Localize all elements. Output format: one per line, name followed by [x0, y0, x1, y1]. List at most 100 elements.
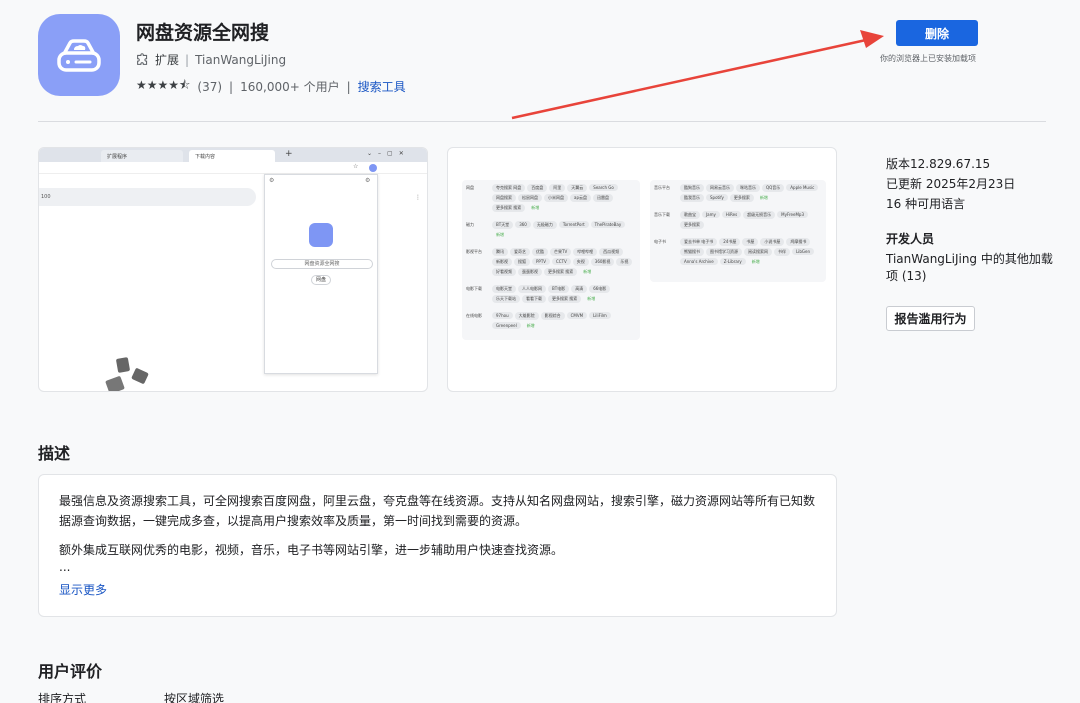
setting-chip[interactable]: Anna's Archive	[680, 258, 718, 265]
setting-chip[interactable]: 腾讯	[492, 248, 508, 256]
setting-chip[interactable]: Search Go	[589, 184, 618, 191]
setting-chip[interactable]: ThePirateBay	[590, 221, 626, 228]
setting-chip[interactable]: 小米网盘	[544, 194, 568, 202]
sort-label[interactable]: 排序方式	[38, 690, 86, 703]
setting-chip[interactable]: CCTV	[552, 258, 571, 265]
setting-chip[interactable]: LiliFilm	[589, 312, 611, 319]
setting-chip[interactable]: 爱奇艺	[510, 248, 530, 256]
add-chip-link[interactable]: 新增	[492, 231, 508, 239]
add-chip-link[interactable]: 新增	[756, 194, 772, 202]
languages-link[interactable]: 16 种可用语言	[886, 195, 965, 212]
setting-chip[interactable]: 乐天下载站	[492, 295, 520, 303]
setting-chip[interactable]: 图书馆学习资源	[706, 248, 742, 256]
setting-chip[interactable]: 66电影	[589, 285, 611, 293]
setting-chip[interactable]: BT天堂	[492, 221, 514, 229]
setting-chip[interactable]: 更多搜索 搜索	[492, 204, 526, 212]
setting-chip[interactable]: 鸠摩搜书	[786, 238, 811, 246]
setting-chip[interactable]: 更多搜索 搜索	[544, 268, 578, 276]
add-chip-link[interactable]: 新增	[748, 258, 764, 266]
star-icon: ☆	[353, 163, 359, 170]
setting-chip[interactable]: 大雄影院	[514, 312, 539, 320]
settings-panel-right: 音乐平台 酷狗音乐 网易云音乐 咪咕音乐 QQ音乐 Apple Music 酷我音乐 Spot…	[650, 180, 826, 282]
show-more-link[interactable]: 显示更多	[59, 581, 107, 598]
browser-tab: 扩展程序	[101, 150, 183, 162]
browser-toolbar: ☆	[39, 162, 427, 174]
setting-chip[interactable]: 西瓜视频	[599, 248, 624, 256]
setting-chip[interactable]: 电影天堂	[492, 285, 516, 293]
setting-chip[interactable]: 网盘搜索	[492, 194, 516, 202]
extension-meta: 扩展 | TianWangLiJing	[136, 51, 286, 68]
setting-chip[interactable]: 影视综合	[540, 312, 565, 320]
setting-chip[interactable]: 好看视频	[492, 268, 516, 276]
setting-chip[interactable]: 百度盘	[527, 184, 548, 192]
setting-chip[interactable]: 超级无损音乐	[743, 211, 776, 219]
setting-chip[interactable]: 书伴	[774, 248, 790, 256]
setting-chip[interactable]: 哔哩哔哩	[573, 248, 598, 256]
region-filter-label[interactable]: 按区域筛选	[164, 690, 224, 703]
setting-chip[interactable]: QQ音乐	[762, 184, 785, 192]
setting-chip[interactable]: 芒果TV	[550, 248, 572, 256]
setting-chip[interactable]: 酷我音乐	[680, 194, 704, 202]
setting-chip[interactable]: 咪咕音乐	[736, 184, 760, 192]
screenshot-1[interactable]: 扩展程序 下载内容 + ⌄–▢✕ ☆ 100 ⋮ ⚙ ⚙ 网盘资源全网搜 网盘	[38, 147, 428, 392]
developer-link[interactable]: TianWangLiJing 中的其他加载 项 (13)	[886, 250, 1053, 284]
add-chip-link[interactable]: 新增	[523, 322, 539, 330]
setting-chip[interactable]: 小说书屋	[760, 238, 785, 246]
setting-chip[interactable]: 松鼠网盘	[518, 194, 542, 202]
setting-chip[interactable]: 新影视	[492, 258, 512, 266]
screenshot-2[interactable]: 网盘 夸克搜索 网盘 百度盘 阿里 天翼云 Search Go 网盘搜索 松鼠网盘 小米网盘 ap…	[447, 147, 837, 392]
setting-chip[interactable]: LibGen	[792, 248, 814, 255]
setting-chip[interactable]: 优酷	[532, 248, 548, 256]
setting-chip[interactable]: 迅雷盘	[593, 194, 613, 202]
setting-chip[interactable]: 歌曲宝	[680, 211, 700, 219]
setting-chip[interactable]: MyFreeMp3	[777, 211, 809, 218]
setting-chip[interactable]: CMVM	[566, 312, 588, 319]
add-chip-link[interactable]: 新增	[579, 268, 595, 276]
user-count: 160,000+ 个用户	[240, 80, 340, 94]
setting-chip[interactable]: 无极磁力	[532, 221, 557, 229]
setting-chip[interactable]: ap云盘	[570, 194, 591, 202]
category-link[interactable]: 搜索工具	[358, 78, 406, 95]
setting-chip[interactable]: 高清	[571, 285, 588, 293]
add-chip-link[interactable]: 新增	[527, 204, 543, 212]
setting-chip[interactable]: 更多搜索	[680, 221, 704, 229]
setting-chip[interactable]: Apple Music	[786, 184, 819, 191]
setting-chip[interactable]: 97hou	[492, 312, 513, 319]
settings-icon: ⚙	[269, 177, 275, 184]
popup-search-button: 网盘	[311, 275, 331, 285]
remove-button[interactable]: 删除	[896, 20, 978, 46]
setting-chip[interactable]: 人人电影网	[518, 285, 546, 293]
setting-chip[interactable]: 阅读搜索网	[744, 248, 772, 256]
setting-chip[interactable]: 熊猫搜书	[680, 248, 704, 256]
setting-chip[interactable]: 书屋	[742, 238, 759, 246]
setting-chip-group: 97hou 大雄影院 影视综合 CMVM LiliFilm Greenpeel 新增	[492, 312, 636, 332]
description-paragraph-1: 最强信息及资源搜索工具，可全网搜索百度网盘，阿里云盘，夸克盘等在线资源。支持从知…	[59, 494, 816, 528]
setting-chip[interactable]: 更多搜索	[729, 194, 754, 202]
setting-chip[interactable]: 爱去书单 电子书	[680, 238, 718, 246]
setting-chip[interactable]: 网易云音乐	[706, 184, 734, 192]
setting-chip[interactable]: PPTV	[532, 258, 551, 265]
setting-chip[interactable]: HiRes	[721, 211, 742, 218]
setting-chip[interactable]: 乐视	[616, 258, 633, 266]
setting-chip[interactable]: Greenpeel	[492, 322, 521, 329]
report-abuse-button[interactable]: 报告滥用行为	[886, 306, 975, 331]
setting-chip[interactable]: 天翼云	[567, 184, 588, 192]
setting-chip[interactable]: 24书屋	[719, 238, 741, 246]
add-chip-link[interactable]: 新增	[583, 295, 599, 303]
setting-chip[interactable]: Jamy	[702, 211, 720, 218]
setting-chip[interactable]: 搜狐	[514, 258, 530, 266]
setting-chip-group: 酷狗音乐 网易云音乐 咪咕音乐 QQ音乐 Apple Music 酷我音乐 Spotify 更…	[680, 184, 822, 204]
setting-chip[interactable]: 蛋蛋影视	[518, 268, 542, 276]
setting-chip[interactable]: 夸克搜索 网盘	[492, 184, 526, 192]
setting-chip[interactable]: 央视	[572, 258, 589, 266]
setting-chip[interactable]: BT电影	[548, 285, 570, 293]
setting-chip[interactable]: 阿里	[549, 184, 566, 192]
setting-chip[interactable]: 酷狗音乐	[680, 184, 704, 192]
setting-chip[interactable]: Spotify	[706, 194, 728, 201]
setting-chip[interactable]: 360	[515, 221, 531, 228]
setting-chip[interactable]: 看看下载	[522, 295, 546, 303]
setting-chip[interactable]: 360影视	[590, 258, 615, 266]
setting-chip[interactable]: Z-Library	[719, 258, 746, 265]
setting-chip[interactable]: TorrentPort	[558, 221, 589, 228]
setting-chip[interactable]: 更多搜索 搜索	[548, 295, 582, 303]
